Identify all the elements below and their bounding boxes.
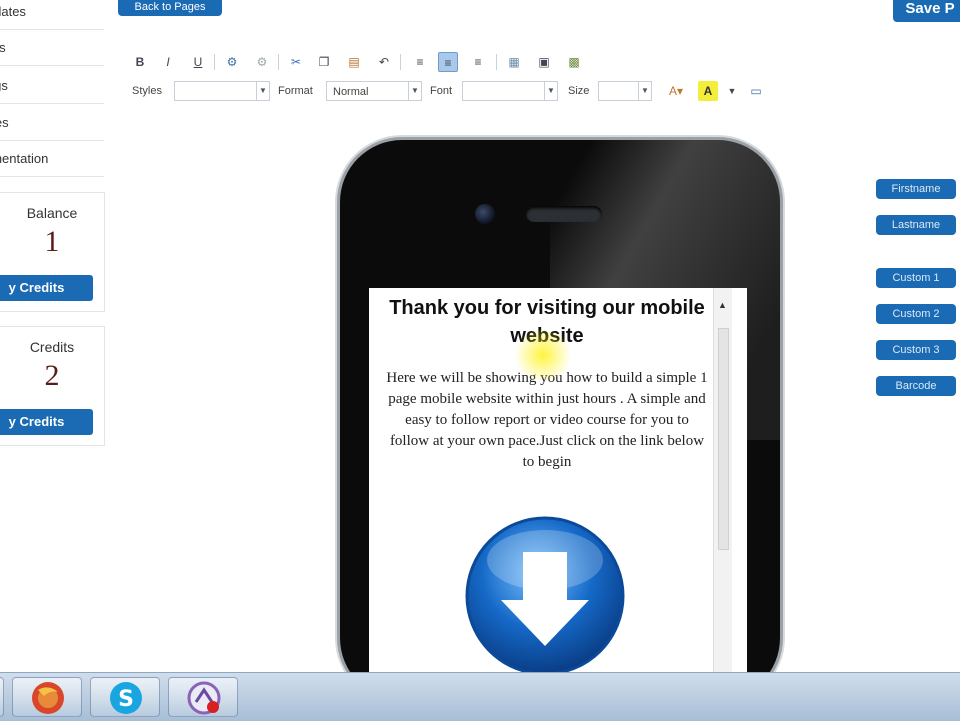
credits-value: 2 (44, 359, 60, 392)
download-arrow-icon[interactable] (465, 516, 625, 676)
chevron-down-icon[interactable]: ▼ (256, 82, 269, 100)
styles-value (175, 86, 181, 98)
taskbar-skype[interactable]: S (90, 677, 160, 717)
font-value (463, 86, 469, 98)
unlink-icon[interactable]: ⚙ (252, 52, 272, 72)
taskbar: S (0, 672, 960, 721)
sidebar-link-templates[interactable]: nplates (0, 0, 104, 30)
styles-select[interactable]: ▼ (174, 81, 270, 101)
toolbar-separator (278, 54, 279, 70)
taskbar-firefox[interactable] (12, 677, 82, 717)
link-icon[interactable]: ⚙ (222, 52, 242, 72)
toolbar-separator (400, 54, 401, 70)
cut-icon[interactable]: ✂ (286, 52, 306, 72)
font-select[interactable]: ▼ (462, 81, 558, 101)
size-value (599, 86, 605, 98)
buy-credits-button-1[interactable]: y Credits (0, 275, 93, 301)
firefox-icon (32, 682, 64, 714)
editor-toolbar-row-2: Styles ▼ Format Normal ▼ Font ▼ Size ▼ A… (118, 81, 778, 103)
align-right-icon[interactable]: ≡ (468, 52, 488, 72)
preview-scrollbar[interactable]: ▲ (713, 288, 732, 700)
scroll-thumb[interactable] (718, 328, 729, 550)
insert-lastname-button[interactable]: Lastname (876, 215, 956, 235)
chevron-down-icon[interactable]: ▼ (544, 82, 557, 100)
taskbar-start-edge[interactable] (0, 677, 4, 717)
styles-label: Styles (132, 85, 162, 97)
format-select[interactable]: Normal ▼ (326, 81, 422, 101)
save-page-button[interactable]: Save P (893, 0, 960, 22)
svg-text:S: S (118, 687, 134, 712)
underline-icon[interactable]: U (188, 52, 208, 72)
image-icon[interactable]: ▦ (504, 52, 524, 72)
balance-title: Balance (26, 205, 78, 221)
editor-toolbar-row-1: B I U ⚙ ⚙ ✂ ❐ ▤ ↶ ≡ ≡ ≡ ▦ ▣ ▩ (118, 52, 580, 74)
phone-mockup: Thank you for visiting our mobile websit… (340, 140, 780, 700)
toolbar-separator (496, 54, 497, 70)
camera-icon (475, 204, 495, 224)
balance-value: 1 (44, 225, 60, 258)
insert-custom3-button[interactable]: Custom 3 (876, 340, 956, 360)
format-value: Normal (333, 86, 369, 98)
chevron-down-icon[interactable]: ▼ (722, 81, 742, 101)
text-color-icon[interactable]: A▾ (666, 81, 686, 101)
buy-credits-button-2[interactable]: y Credits (0, 409, 93, 435)
back-to-pages-button[interactable]: Back to Pages (118, 0, 222, 16)
table-icon[interactable]: ▣ (534, 52, 554, 72)
media-icon[interactable]: ▩ (564, 52, 584, 72)
size-label: Size (568, 85, 590, 97)
insert-firstname-button[interactable]: Firstname (876, 179, 956, 199)
size-select[interactable]: ▼ (598, 81, 652, 101)
paste-icon[interactable]: ▤ (344, 52, 364, 72)
insert-custom1-button[interactable]: Custom 1 (876, 268, 956, 288)
preview-body-text: Here we will be showing you how to build… (386, 370, 708, 470)
undo-icon[interactable]: ↶ (374, 52, 394, 72)
insert-custom2-button[interactable]: Custom 2 (876, 304, 956, 324)
sidebar-link-updates[interactable]: ates (0, 105, 104, 141)
format-label: Format (278, 85, 313, 97)
align-center-icon[interactable]: ≡ (438, 52, 458, 72)
cursor-highlight (511, 330, 575, 380)
copy-icon[interactable]: ❐ (314, 52, 334, 72)
speaker-grille (526, 206, 602, 222)
sidebar-link-settings[interactable]: ings (0, 68, 104, 104)
eraser-icon[interactable]: ▭ (746, 81, 766, 101)
sidebar-link-documentation[interactable]: umentation (0, 141, 104, 177)
scroll-up-icon[interactable]: ▲ (718, 300, 727, 310)
font-label: Font (430, 85, 453, 97)
credits-title: Credits (29, 339, 75, 355)
taskbar-recorder[interactable] (168, 677, 238, 717)
bold-icon[interactable]: B (130, 52, 150, 72)
toolbar-separator (214, 54, 215, 70)
skype-icon: S (110, 682, 142, 714)
chevron-down-icon[interactable]: ▼ (638, 82, 651, 100)
phone-screen[interactable]: Thank you for visiting our mobile websit… (369, 288, 747, 700)
sidebar-link-reports[interactable]: orts (0, 30, 104, 66)
insert-barcode-button[interactable]: Barcode (876, 376, 956, 396)
italic-icon[interactable]: I (158, 52, 178, 72)
chevron-down-icon[interactable]: ▼ (408, 82, 421, 100)
background-color-icon[interactable]: A (698, 81, 718, 101)
recording-app-icon (187, 681, 221, 715)
align-left-icon[interactable]: ≡ (410, 52, 430, 72)
